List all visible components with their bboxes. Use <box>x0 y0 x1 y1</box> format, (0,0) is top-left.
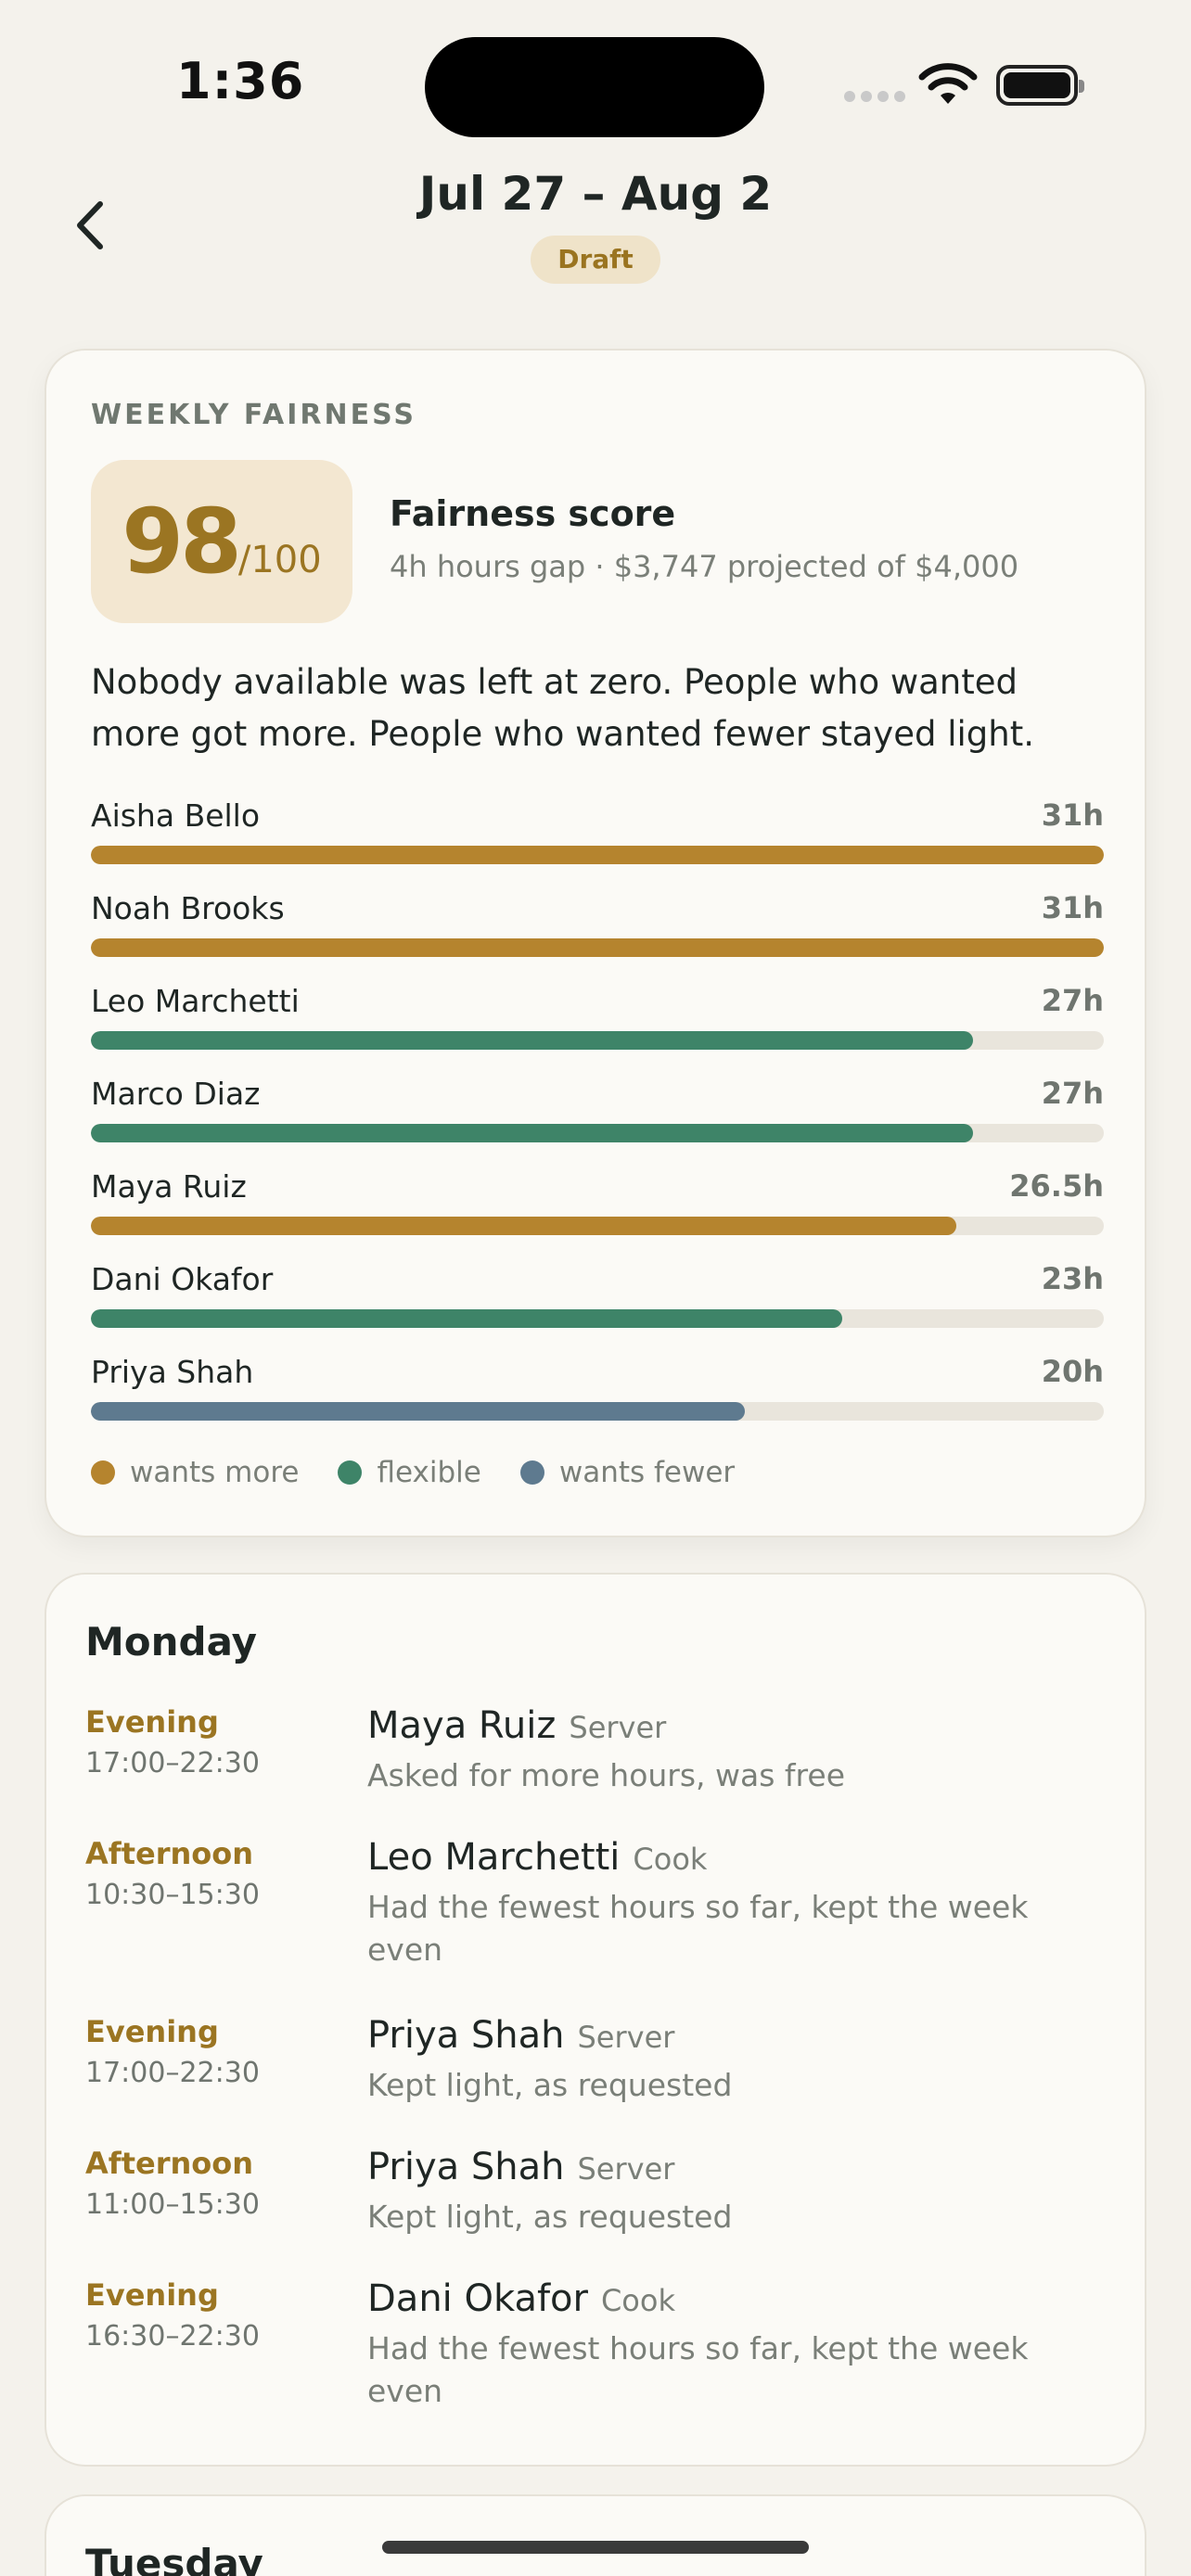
legend-label: wants fewer <box>558 1456 736 1489</box>
legend-dot-icon <box>91 1460 115 1485</box>
person-name: Dani Okafor <box>91 1261 274 1297</box>
shift-time: 17:00–22:30 <box>85 1747 260 1779</box>
home-indicator <box>382 2541 809 2554</box>
shift-period: Afternoon <box>85 1836 253 1871</box>
person-hours: 20h <box>1041 1354 1104 1389</box>
dynamic-island <box>425 37 764 137</box>
score-number: 98 <box>122 490 242 593</box>
hours-bar-track <box>91 846 1104 864</box>
shift-employee-name: Priya Shah <box>367 2146 565 2188</box>
day-card-monday: Monday Evening 17:00–22:30 Maya Ruiz Server… <box>45 1573 1146 2467</box>
shift-employee-name: Dani Okafor <box>367 2277 588 2320</box>
shift-role: Cook <box>600 2283 675 2318</box>
shift-employee-name: Leo Marchetti <box>367 1836 621 1879</box>
score-title: Fairness score <box>390 493 676 534</box>
hours-bars: Aisha Bello 31h Noah Brooks 31h Leo Marchett… <box>91 796 1104 1445</box>
hours-bar-row: Priya Shah 20h <box>91 1352 1104 1445</box>
person-name: Marco Diaz <box>91 1076 261 1112</box>
status-time: 1:36 <box>176 52 305 110</box>
hours-bar-track <box>91 1124 1104 1142</box>
person-name: Leo Marchetti <box>91 983 300 1019</box>
shift-reason: Asked for more hours, was free <box>367 1757 845 1793</box>
hours-bar-fill <box>91 1217 957 1235</box>
hours-bar-fill <box>91 1309 843 1328</box>
battery-icon <box>996 65 1084 106</box>
legend-label: flexible <box>377 1456 481 1489</box>
shift-reason: Kept light, as requested <box>367 2067 733 2103</box>
shift-reason: Kept light, as requested <box>367 2199 733 2235</box>
shift-time: 11:00–15:30 <box>85 2188 260 2221</box>
shift-time: 17:00–22:30 <box>85 2057 260 2089</box>
fairness-card: WEEKLY FAIRNESS 98/100 Fairness score 4h… <box>45 349 1146 1537</box>
hours-bar-row: Maya Ruiz 26.5h <box>91 1167 1104 1259</box>
shift-role: Server <box>577 2020 675 2055</box>
shift-time: 10:30–15:30 <box>85 1879 260 1911</box>
hours-bar-row: Leo Marchetti 27h <box>91 981 1104 1074</box>
hours-bar-row: Aisha Bello 31h <box>91 796 1104 888</box>
hours-bar-fill <box>91 1124 974 1142</box>
shift-time: 16:30–22:30 <box>85 2320 260 2353</box>
shift-reason: Had the fewest hours so far, kept the we… <box>367 1889 1029 1968</box>
shift-employee-name: Maya Ruiz <box>367 1704 557 1747</box>
score-denominator: /100 <box>237 539 322 581</box>
hours-bar-track <box>91 1402 1104 1421</box>
person-name: Noah Brooks <box>91 890 285 926</box>
shift-reason: Had the fewest hours so far, kept the we… <box>367 2330 1029 2409</box>
cellular-signal-icon <box>844 91 905 102</box>
shift-period: Evening <box>85 2014 219 2049</box>
status-badge: Draft <box>531 236 660 284</box>
score-value: 98/100 <box>122 490 321 593</box>
person-name: Priya Shah <box>91 1354 254 1390</box>
legend-item: wants more <box>91 1456 299 1489</box>
shift-period: Evening <box>85 1704 219 1740</box>
hours-bar-fill <box>91 1031 974 1050</box>
person-name: Aisha Bello <box>91 797 261 834</box>
person-hours: 31h <box>1041 890 1104 925</box>
legend-item: wants fewer <box>519 1456 736 1489</box>
hours-bar-row: Dani Okafor 23h <box>91 1259 1104 1352</box>
shift-period: Afternoon <box>85 2146 253 2181</box>
shift-role: Cook <box>633 1842 708 1877</box>
person-hours: 23h <box>1041 1261 1104 1296</box>
legend: wants more flexible wants fewer <box>91 1456 774 1489</box>
shift-person: Priya Shah Server <box>367 2014 674 2057</box>
person-hours: 27h <box>1041 983 1104 1018</box>
person-hours: 27h <box>1041 1076 1104 1111</box>
hours-bar-track <box>91 1309 1104 1328</box>
shift-person: Maya Ruiz Server <box>367 1704 666 1747</box>
hours-bar-fill <box>91 846 1104 864</box>
legend-label: wants more <box>130 1456 300 1489</box>
day-title: Tuesday <box>85 2541 263 2576</box>
shift-role: Server <box>569 1710 667 1745</box>
hours-bar-row: Marco Diaz 27h <box>91 1074 1104 1167</box>
day-title: Monday <box>85 1619 258 1664</box>
score-subtitle: 4h hours gap · $3,747 projected of $4,00… <box>390 549 1019 584</box>
score-box: 98/100 <box>91 460 352 623</box>
person-name: Maya Ruiz <box>91 1168 247 1205</box>
hours-bar-track <box>91 1217 1104 1235</box>
wifi-icon <box>918 63 978 104</box>
hours-bar-fill <box>91 1402 745 1421</box>
shift-person: Priya Shah Server <box>367 2146 674 2188</box>
hours-bar-track <box>91 938 1104 957</box>
person-hours: 26.5h <box>1009 1168 1104 1204</box>
hours-bar-row: Noah Brooks 31h <box>91 888 1104 981</box>
shift-employee-name: Priya Shah <box>367 2014 565 2057</box>
shift-role: Server <box>577 2151 675 2187</box>
day-card-tuesday: Tuesday <box>45 2494 1146 2576</box>
hours-bar-track <box>91 1031 1104 1050</box>
hours-bar-fill <box>91 938 1104 957</box>
legend-dot-icon <box>338 1460 363 1485</box>
shift-period: Evening <box>85 2277 219 2313</box>
shift-person: Dani Okafor Cook <box>367 2277 675 2320</box>
page-title: Jul 27 – Aug 2 <box>418 167 773 221</box>
legend-item: flexible <box>338 1456 481 1489</box>
person-hours: 31h <box>1041 797 1104 833</box>
shift-person: Leo Marchetti Cook <box>367 1836 707 1879</box>
legend-dot-icon <box>519 1460 544 1485</box>
fairness-summary: Nobody available was left at zero. Peopl… <box>91 662 1034 754</box>
section-label: WEEKLY FAIRNESS <box>91 399 416 431</box>
